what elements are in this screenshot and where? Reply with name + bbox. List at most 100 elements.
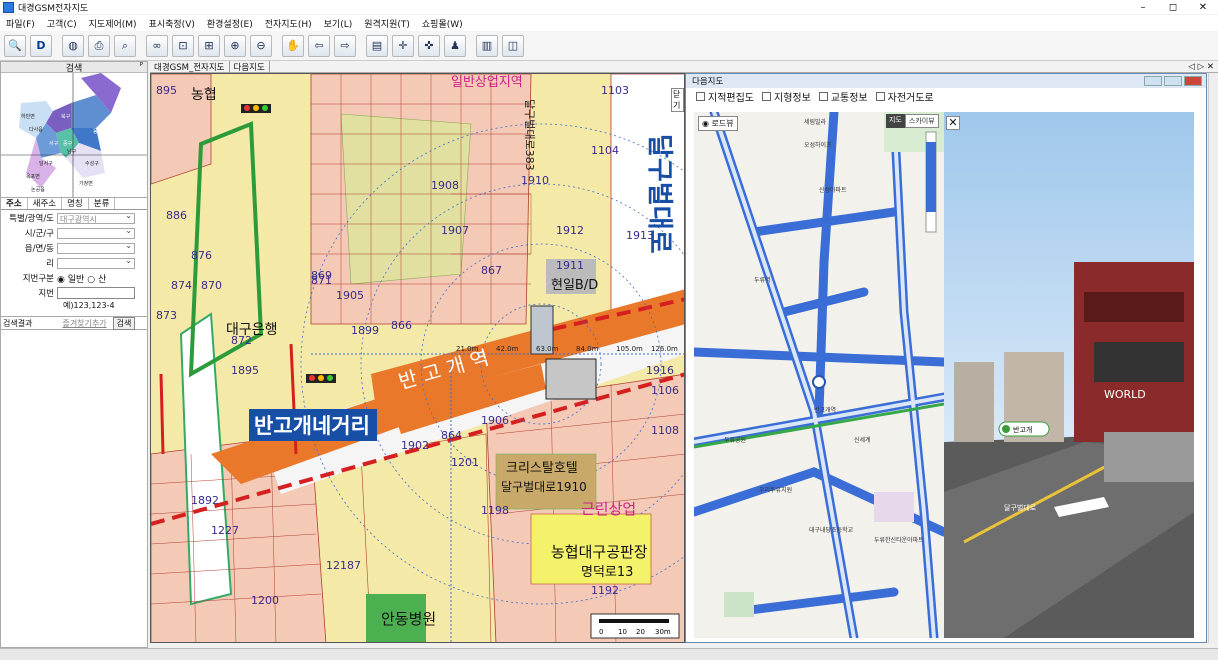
search-tabs: 주소 새주소 명칭 분류: [1, 198, 147, 210]
eup-select[interactable]: [57, 241, 135, 254]
overview-map[interactable]: 동구 북구 서구 중구 수성구 달서구 남구 하빈면 다사읍 가창면 옥포면 논…: [1, 73, 147, 198]
menu-settings[interactable]: 환경설정(E): [207, 17, 253, 30]
close-tab-label[interactable]: 닫기: [671, 88, 684, 112]
map-label-bangogae-station: 반고개역: [814, 406, 836, 414]
hotel-address: 달구벌대로1910: [501, 480, 587, 494]
sigungu-select[interactable]: [57, 226, 135, 239]
bookmark-link[interactable]: 즐겨찾기추가: [62, 318, 106, 329]
cadastral-map[interactable]: 21.0m 42.0m 63.0m 84.0m 105.0m 126.0m 89…: [150, 73, 685, 643]
layer-checkboxes: 지적편집도 지형정보 교통정보 자전거도로: [686, 88, 1206, 104]
menu-view[interactable]: 보기(L): [324, 17, 353, 30]
parcel-870: 870: [201, 279, 222, 292]
streetview-close-button[interactable]: ✕: [946, 116, 960, 130]
daum-minimize-button[interactable]: [1144, 76, 1162, 86]
street-view[interactable]: 반고개 달구벌대로 WORLD ✕: [944, 112, 1194, 638]
svg-text:남구: 남구: [67, 148, 77, 155]
map-tab-nav[interactable]: ◁ ▷ ✕: [1184, 62, 1218, 72]
tab-gsm-map[interactable]: 대경GSM_전자지도: [150, 60, 230, 73]
distance-126: 126.0m: [651, 345, 678, 353]
search-panel-header: 검색 ᴾ: [1, 62, 147, 74]
cross-cursor-icon[interactable]: ✜: [418, 34, 440, 57]
scale-20: 20: [636, 628, 645, 636]
d-logo-icon[interactable]: D: [30, 34, 52, 57]
map-label-woori: 우리투유치원: [759, 486, 792, 494]
parcel-12187: 12187: [326, 559, 361, 572]
app-icon: [3, 1, 14, 13]
daum-window-title: 다음지도: [692, 77, 724, 87]
menu-file[interactable]: 파일(F): [6, 17, 35, 30]
map-label-duryu-station: 두류역: [754, 276, 771, 284]
tab-daum-map[interactable]: 다음지도: [230, 60, 270, 73]
hospital-label: 안동병원: [381, 610, 436, 628]
minimize-button[interactable]: –: [1128, 2, 1158, 13]
forward-arrow-icon[interactable]: ⇨: [334, 34, 356, 57]
parcel-1910: 1910: [521, 174, 549, 187]
checkbox-bike[interactable]: 자전거도로: [875, 89, 934, 104]
measure-icon[interactable]: ⊡: [172, 34, 194, 57]
menu-bar: 파일(F) 고객(C) 지도제어(M) 표시축정(V) 환경설정(E) 전자지도…: [0, 15, 1218, 31]
tab-category[interactable]: 분류: [89, 198, 116, 209]
tab-name[interactable]: 명칭: [62, 198, 89, 209]
search-button[interactable]: 검색: [112, 316, 136, 330]
menu-shop[interactable]: 쇼핑몰(W): [422, 17, 463, 30]
checkbox-terrain[interactable]: 지형정보: [762, 89, 811, 104]
close-button[interactable]: ✕: [1188, 2, 1218, 13]
grid-icon[interactable]: ⊞: [198, 34, 220, 57]
hand-icon[interactable]: ✋: [282, 34, 304, 57]
radio-mountain[interactable]: ○ 산: [87, 272, 106, 285]
search-panel: 검색 ᴾ 동구 북구 서구 중구 수성구 달서구 남구 하빈면 다사읍 가창면 …: [0, 61, 148, 648]
parcel-871: 871: [311, 274, 332, 287]
daum-close-button[interactable]: [1184, 76, 1202, 86]
sido-select[interactable]: 대구광역시: [57, 211, 135, 224]
search-map-icon[interactable]: ⌕: [114, 34, 136, 57]
daum-maximize-button[interactable]: [1164, 76, 1182, 86]
parcel-867: 867: [481, 264, 502, 277]
globe-icon[interactable]: ◍: [62, 34, 84, 57]
map-type-map[interactable]: 지도: [886, 114, 905, 128]
search-panel-title: 검색: [65, 63, 83, 74]
checkbox-cadastral[interactable]: 지적편집도: [696, 89, 754, 104]
vertical-scrollbar[interactable]: [1208, 73, 1218, 643]
svg-text:중구: 중구: [63, 141, 73, 147]
menu-remote[interactable]: 원격지원(T): [364, 17, 410, 30]
parcel-886: 886: [166, 209, 187, 222]
menu-display[interactable]: 표시축정(V): [149, 17, 195, 30]
pin-icon[interactable]: ᴾ: [140, 62, 143, 72]
back-arrow-icon[interactable]: ⇦: [308, 34, 330, 57]
maximize-button[interactable]: ◻: [1158, 2, 1188, 13]
parcel-1103: 1103: [601, 84, 629, 97]
cursor-info-icon[interactable]: ✛: [392, 34, 414, 57]
eup-label: 읍/면/동: [24, 244, 54, 254]
ri-select[interactable]: [57, 256, 135, 269]
parcel-895: 895: [156, 84, 177, 97]
zoom-out-icon[interactable]: ⊖: [250, 34, 272, 57]
map-label-duryu-park: 두류공원: [724, 436, 746, 444]
map-label-shinsegae: 신세계: [854, 436, 871, 444]
binoculars-icon[interactable]: ∞: [146, 34, 168, 57]
menu-customer[interactable]: 고객(C): [47, 17, 77, 30]
person-view-icon[interactable]: ♟: [444, 34, 466, 57]
map-type-sky[interactable]: 스카이뷰: [904, 114, 939, 128]
checkbox-traffic[interactable]: 교통정보: [818, 89, 868, 104]
menu-emap[interactable]: 전자지도(H): [265, 17, 312, 30]
street-view-svg: 반고개 달구벌대로 WORLD: [944, 112, 1194, 638]
zoom-in-icon[interactable]: ⊕: [224, 34, 246, 57]
smap-icon[interactable]: 🔍: [4, 34, 26, 57]
parcel-1899: 1899: [351, 324, 379, 337]
jibun-input[interactable]: [57, 287, 135, 299]
split-icon[interactable]: ◫: [502, 34, 524, 57]
svg-text:하빈면: 하빈면: [21, 113, 35, 120]
map-label-serim: 세림빌라: [804, 118, 827, 126]
menu-map-control[interactable]: 지도제어(M): [89, 17, 137, 30]
radio-general[interactable]: ◉ 일반: [57, 272, 84, 285]
toolbar: 🔍 D ◍ ⎙ ⌕ ∞ ⊡ ⊞ ⊕ ⊖ ✋ ⇦ ⇨ ▤ ✛ ✜ ♟ ▥ ◫: [0, 31, 1218, 61]
ruler-icon[interactable]: ▥: [476, 34, 498, 57]
layers-icon[interactable]: ▤: [366, 34, 388, 57]
roadview-badge: 반고개: [1013, 425, 1032, 434]
road-map[interactable]: 세림빌라 오성하이츠 신성아파트 두류역 반고개역 두류공원 대구내당초등학교 …: [694, 112, 944, 638]
map-area: 대경GSM_전자지도 다음지도 ◁ ▷ ✕ 21.0m 42.0m 63.0m …: [150, 60, 1218, 648]
roadview-toggle[interactable]: ◉ 로드뷰: [698, 116, 738, 131]
tab-address[interactable]: 주소: [1, 198, 28, 209]
tab-new-address[interactable]: 새주소: [28, 198, 63, 209]
print-icon[interactable]: ⎙: [88, 34, 110, 57]
